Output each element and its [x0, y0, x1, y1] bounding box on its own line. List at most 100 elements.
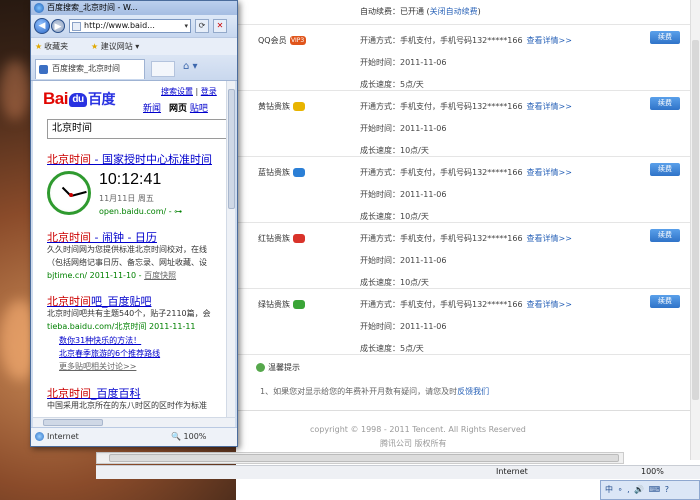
result-title[interactable]: 北京时间 - 国家授时中心标准时间	[47, 151, 212, 167]
address-bar[interactable]: http://www.baid... ▾	[69, 19, 191, 33]
ie-window: 百度搜索_北京时间 - W... ◀ ▶ http://www.baid... …	[30, 0, 238, 447]
back-arrow-icon[interactable]: ◀	[34, 18, 50, 34]
zoom-level[interactable]: 🔍 100%	[171, 428, 206, 446]
sub-link[interactable]: 数你31种快乐的方法！	[59, 335, 141, 346]
start-time: 开始时间：2011-11-06	[360, 190, 447, 199]
background-horizontal-scrollbar[interactable]	[96, 452, 624, 464]
service-details: 开通方式：手机支付，手机号码132*****166 查看详情>> 开始时间：201…	[360, 294, 572, 360]
page-icon	[72, 22, 81, 31]
view-details-link[interactable]: 查看详情>>	[527, 102, 572, 111]
service-details: 开通方式：手机支付，手机号码132*****166 查看详情>> 开始时间：201…	[360, 228, 572, 294]
page-content: Bai du 百度 搜索设置 | 登录 新闻 网页 贴吧 北京时间 北京时间 - 国家…	[33, 81, 235, 417]
status-zone: Internet	[47, 432, 79, 441]
result-snippet: 中国采用北京所在的东八时区的区时作为标准	[47, 401, 207, 410]
nav-tieba-link[interactable]: 贴吧	[190, 104, 208, 114]
globe-icon	[35, 432, 44, 441]
favorites-button[interactable]: 收藏夹	[44, 42, 68, 51]
tab-title: 百度搜索_北京时间	[52, 64, 120, 73]
result-title[interactable]: 北京时间吧_百度贴吧	[47, 293, 152, 309]
divider	[236, 354, 700, 355]
tips-heading: 温馨提示	[256, 362, 300, 373]
desktop-glow	[0, 60, 30, 120]
forward-arrow-icon[interactable]: ▶	[51, 19, 65, 33]
address-text: http://www.baid...	[84, 21, 155, 30]
service-row-qq-vip: QQ会员 VIP3 开通方式：手机支付，手机号码132*****166 查看详情>>…	[236, 24, 700, 90]
service-name: 红钻贵族	[258, 233, 305, 244]
top-links: 搜索设置 | 登录	[161, 87, 217, 96]
result-snippet: 久久时间网为您提供标准北京时间校对，在线	[47, 245, 207, 254]
scroll-thumb[interactable]	[43, 419, 103, 426]
service-row-yellow-diamond: 黄钻贵族 开通方式：手机支付，手机号码132*****166 查看详情>> 开始时…	[236, 90, 700, 156]
tab-baidu-search[interactable]: 百度搜索_北京时间	[35, 59, 145, 79]
renew-button[interactable]: 续费	[650, 31, 680, 44]
status-bar: Internet 🔍 100%	[31, 427, 237, 446]
view-details-link[interactable]: 查看详情>>	[527, 300, 572, 309]
service-name: QQ会员 VIP3	[258, 36, 306, 45]
close-auto-renew-link[interactable]: 关闭自动续费	[430, 7, 478, 16]
stop-icon[interactable]: ✕	[213, 19, 227, 33]
favorites-bar: ★ 收藏夹 ★ 建议网站 ▾	[31, 37, 237, 55]
search-input[interactable]: 北京时间	[47, 119, 227, 139]
background-vertical-scrollbar[interactable]	[690, 0, 700, 460]
auto-renew-close-paren: )	[477, 7, 481, 16]
renew-button[interactable]: 续费	[650, 295, 680, 308]
result-title[interactable]: 北京时间_百度百科	[47, 385, 141, 401]
result-title[interactable]: 北京时间 - 闹钟 - 日历	[47, 229, 157, 245]
growth-speed: 成长速度：5点/天	[360, 344, 424, 353]
service-row-red-diamond: 红钻贵族 开通方式：手机支付，手机号码132*****166 查看详情>> 开始时…	[236, 222, 700, 288]
chevron-down-icon[interactable]: ▾	[184, 20, 188, 32]
scroll-thumb[interactable]	[109, 454, 619, 462]
auto-renew-label: 自动续费：已开通 (	[360, 7, 430, 16]
sub-link[interactable]: 北京春季旅游的6个推荐路线	[59, 348, 160, 359]
service-details: 开通方式：手机支付，手机号码132*****166 查看详情>> 开始时间：201…	[360, 30, 572, 96]
service-details: 开通方式：手机支付，手机号码132*****166 查看详情>> 开始时间：201…	[360, 96, 572, 162]
service-details: 开通方式：手机支付，手机号码132*****166 查看详情>> 开始时间：201…	[360, 162, 572, 228]
favorites-star-icon[interactable]: ★	[35, 42, 42, 51]
refresh-icon[interactable]: ⟳	[195, 19, 209, 33]
home-icon[interactable]: ⌂ ▾	[183, 61, 198, 72]
green-diamond-icon	[293, 300, 305, 309]
vertical-scrollbar[interactable]	[226, 81, 235, 417]
start-time: 开始时间：2011-11-06	[360, 256, 447, 265]
red-diamond-icon	[293, 234, 305, 243]
search-settings-link[interactable]: 搜索设置	[161, 87, 193, 96]
cache-link[interactable]: 百度快照	[144, 271, 176, 280]
baidu-logo[interactable]: Bai du 百度	[43, 89, 115, 109]
renew-button[interactable]: 续费	[650, 229, 680, 242]
result-snippet: 北京时间吧共有主题540个，贴子2110篇，会	[47, 309, 211, 318]
service-name: 蓝钻贵族	[258, 167, 305, 178]
service-name: 黄钻贵族	[258, 101, 305, 112]
renew-button[interactable]: 续费	[650, 163, 680, 176]
current-date: 11月11日 周五	[99, 194, 154, 203]
new-tab-button[interactable]	[151, 61, 175, 77]
login-link[interactable]: 登录	[201, 87, 217, 96]
tip-icon	[256, 363, 265, 372]
company-text: 腾讯公司 版权所有	[380, 439, 447, 448]
auto-renew-line: 自动续费：已开通 (关闭自动续费)	[360, 6, 481, 17]
view-details-link[interactable]: 查看详情>>	[527, 36, 572, 45]
baidu-paw-icon: du	[68, 93, 87, 107]
window-title: 百度搜索_北京时间 - W...	[31, 1, 237, 15]
zoom-level[interactable]: 100%	[641, 467, 664, 476]
renew-button[interactable]: 续费	[650, 97, 680, 110]
view-details-link[interactable]: 查看详情>>	[527, 168, 572, 177]
add-favorite-icon[interactable]: ★	[91, 42, 98, 51]
suggested-sites[interactable]: ★ 建议网站 ▾	[91, 38, 139, 56]
blue-diamond-icon	[293, 168, 305, 177]
tab-bar: 百度搜索_北京时间 ⌂ ▾	[31, 55, 237, 81]
background-status-bar: Internet 100%	[96, 465, 700, 479]
result-url: tieba.baidu.com/北京时间 2011-11-11	[47, 322, 196, 331]
scroll-thumb[interactable]	[692, 40, 699, 400]
yellow-diamond-icon	[293, 102, 305, 111]
result-url: bjtime.cn/ 2011-11-10 - 百度快照	[47, 271, 177, 280]
feedback-link[interactable]: 反馈我们	[457, 387, 489, 396]
view-details-link[interactable]: 查看详情>>	[527, 234, 572, 243]
horizontal-scrollbar[interactable]	[33, 417, 235, 427]
more-tieba-link[interactable]: 更多贴吧相关讨论>>	[59, 361, 136, 372]
scroll-thumb[interactable]	[228, 89, 235, 209]
result-url: open.baidu.com/ - ⊶	[99, 207, 183, 216]
copyright-text: copyright © 1998 - 2011 Tencent. All Rig…	[310, 425, 526, 434]
ime-language-bar[interactable]: 中 ∘ , 🔊 ⌨ ?	[600, 480, 700, 500]
nav-news-link[interactable]: 新闻	[143, 104, 161, 114]
start-time: 开始时间：2011-11-06	[360, 124, 447, 133]
